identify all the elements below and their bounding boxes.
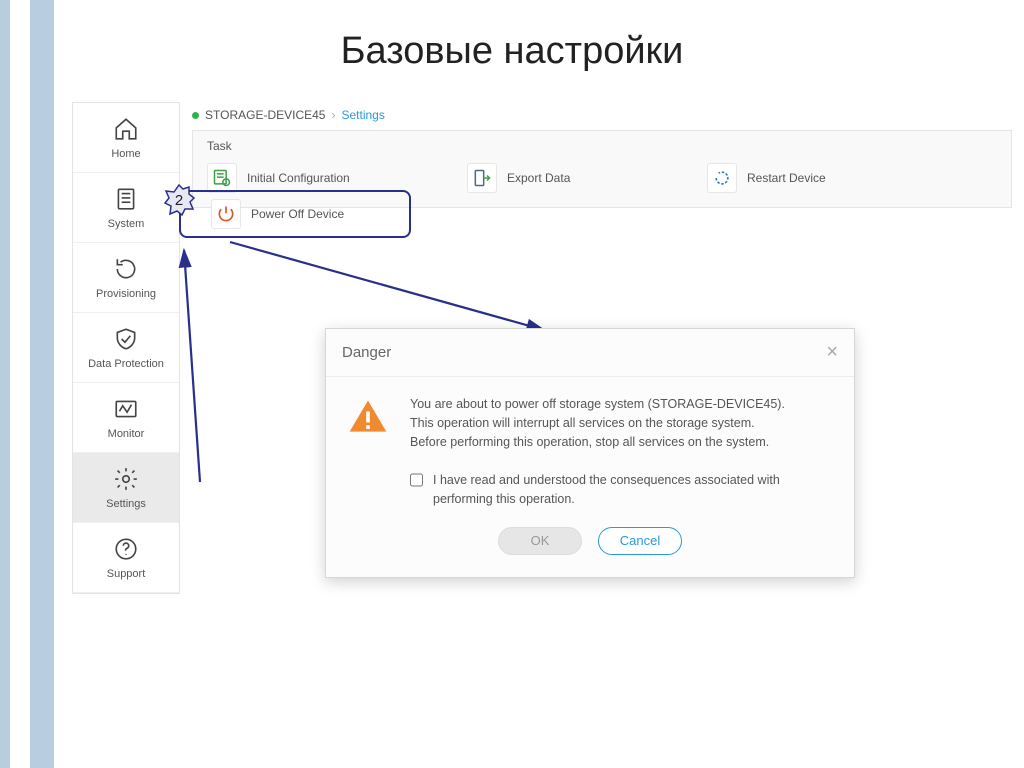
sidebar-item-settings[interactable]: Settings	[73, 453, 179, 523]
dialog-title: Danger	[342, 344, 391, 361]
sidebar-item-label: Data Protection	[88, 358, 164, 370]
consent-checkbox[interactable]	[410, 473, 423, 487]
sidebar-item-support[interactable]: Support	[73, 523, 179, 593]
warning-icon	[346, 395, 390, 451]
dialog-line2: This operation will interrupt all servic…	[410, 414, 785, 433]
provisioning-icon	[113, 256, 139, 282]
sidebar-item-provisioning[interactable]: Provisioning	[73, 243, 179, 313]
decorative-stripe-inner	[30, 0, 54, 768]
shield-icon	[113, 326, 139, 352]
server-icon	[113, 186, 139, 212]
dialog-header: Danger ×	[326, 329, 854, 377]
initial-config-icon	[207, 163, 237, 193]
sidebar-item-data-protection[interactable]: Data Protection	[73, 313, 179, 383]
step-badge: 2	[163, 184, 195, 216]
task-label: Export Data	[507, 171, 570, 185]
panel-title: Task	[207, 139, 997, 153]
monitor-icon	[113, 396, 139, 422]
task-power-off[interactable]: Power Off Device 2	[179, 190, 411, 238]
task-label: Power Off Device	[251, 207, 344, 221]
decorative-stripe-outer	[0, 0, 10, 768]
sidebar-item-label: Home	[111, 148, 140, 160]
task-row: Initial Configuration Export Data Restar…	[207, 163, 997, 193]
sidebar: Home System Provisioning Data Protection…	[72, 102, 180, 594]
task-initial-config[interactable]: Initial Configuration	[207, 163, 427, 193]
dialog-line3: Before performing this operation, stop a…	[410, 433, 785, 452]
dialog-footer: OK Cancel	[326, 517, 854, 577]
danger-dialog: Danger × You are about to power off stor…	[325, 328, 855, 578]
dialog-line1: You are about to power off storage syste…	[410, 395, 785, 414]
export-icon	[467, 163, 497, 193]
sidebar-item-label: Support	[107, 568, 146, 580]
status-dot	[192, 112, 199, 119]
sidebar-item-label: Monitor	[108, 428, 145, 440]
task-export-data[interactable]: Export Data	[467, 163, 667, 193]
sidebar-item-label: Settings	[106, 498, 146, 510]
cancel-button[interactable]: Cancel	[598, 527, 682, 555]
gear-icon	[113, 466, 139, 492]
breadcrumb-separator: ›	[331, 108, 335, 122]
breadcrumb-page[interactable]: Settings	[341, 108, 384, 122]
breadcrumb-device[interactable]: STORAGE-DEVICE45	[205, 108, 325, 122]
dialog-body: You are about to power off storage syste…	[326, 377, 854, 457]
restart-icon	[707, 163, 737, 193]
page-title: Базовые настройки	[0, 30, 1024, 73]
step-number: 2	[175, 192, 183, 209]
sidebar-item-label: System	[108, 218, 145, 230]
breadcrumb: STORAGE-DEVICE45 › Settings	[192, 102, 1012, 130]
close-icon[interactable]: ×	[826, 341, 838, 364]
sidebar-item-home[interactable]: Home	[73, 103, 179, 173]
task-restart-device[interactable]: Restart Device	[707, 163, 887, 193]
consent-label: I have read and understood the consequen…	[433, 471, 834, 509]
sidebar-item-label: Provisioning	[96, 288, 156, 300]
power-icon	[211, 199, 241, 229]
help-icon	[113, 536, 139, 562]
dialog-message: You are about to power off storage syste…	[410, 395, 785, 451]
task-label: Initial Configuration	[247, 171, 350, 185]
sidebar-item-monitor[interactable]: Monitor	[73, 383, 179, 453]
consent-row: I have read and understood the consequen…	[326, 457, 854, 517]
ok-button[interactable]: OK	[498, 527, 582, 555]
home-icon	[113, 116, 139, 142]
task-label: Restart Device	[747, 171, 826, 185]
